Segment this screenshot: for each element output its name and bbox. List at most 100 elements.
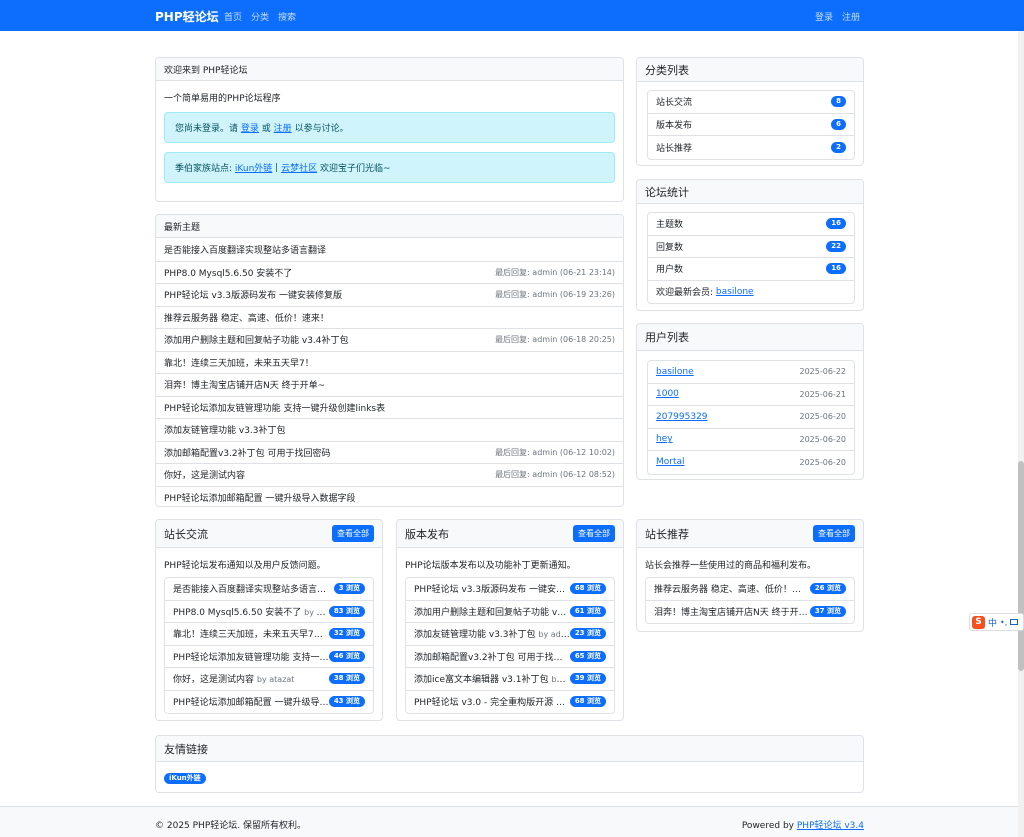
section-topic-item[interactable]: 你好，这是测试内容 by atazat 38 浏览 <box>165 668 373 691</box>
user-join-date: 2025-06-22 <box>799 367 847 377</box>
section-topic-item[interactable]: 添加邮箱配置v3.2补丁包 可用于找回密... 65 浏览 <box>406 646 614 668</box>
topic-row[interactable]: 添加邮箱配置v3.2补丁包 可用于找回密码 最后回复: admin (06-12 … <box>156 440 623 464</box>
login-alert: 您尚未登录。请 登录 或 注册 以参与讨论。 <box>164 112 615 143</box>
newest-member-link[interactable]: basilone <box>716 287 754 297</box>
section-topic-list: 推荐云服务器 稳定、高速、低价！速来... 26 浏览 泪奔！博主淘宝店铺开店N天… <box>645 577 855 624</box>
stats-list: 主题数 16 回复数 22 用户数 16 欢迎最新会员: basilone <box>647 212 855 304</box>
topic-row[interactable]: 你好，这是测试内容 最后回复: admin (06-12 08:52) <box>156 463 623 486</box>
ime-punctuation-icon[interactable]: •, <box>1000 618 1007 627</box>
nav-categories[interactable]: 分类 <box>251 10 269 23</box>
section-topic-title[interactable]: 添加用户删除主题和回复帖子功能 v3.4... <box>414 608 570 618</box>
section-title: 版本发布 <box>405 527 449 541</box>
login-link[interactable]: 登录 <box>241 121 259 134</box>
topic-title[interactable]: 靠北！连续三天加班，未来五天早7！ <box>164 356 314 369</box>
section-topic-item[interactable]: PHP轻论坛添加友链管理功能 支持一键... 46 浏览 <box>165 646 373 668</box>
user-link[interactable]: Mortal <box>656 457 685 467</box>
ime-chinese-mode[interactable]: 中 <box>988 616 997 629</box>
ime-toolbar[interactable]: S 中 •, <box>969 613 1024 631</box>
section-topic-item[interactable]: PHP轻论坛添加邮箱配置 一键升级导入... 43 浏览 <box>165 691 373 714</box>
user-link[interactable]: 207995329 <box>656 412 708 422</box>
section-topic-title[interactable]: 靠北！连续三天加班，未来五天早7！... <box>173 630 329 640</box>
friend-link-badge[interactable]: iKun外链 <box>164 773 206 784</box>
topic-row[interactable]: PHP8.0 Mysql5.6.50 安装不了 最后回复: admin (06-2… <box>156 260 623 284</box>
topic-row[interactable]: 是否能接入百度翻译实现整站多语言翻译 <box>156 238 623 261</box>
topic-title[interactable]: 是否能接入百度翻译实现整站多语言翻译 <box>164 243 326 256</box>
user-link[interactable]: 1000 <box>656 389 679 399</box>
view-all-button[interactable]: 查看全部 <box>573 525 615 542</box>
register-link[interactable]: 注册 <box>274 121 292 134</box>
topic-row[interactable]: 添加用户删除主题和回复帖子功能 v3.4补丁包 最后回复: admin (06-1… <box>156 328 623 351</box>
views-badge: 65 浏览 <box>569 650 606 662</box>
section-topic-item[interactable]: 添加用户删除主题和回复帖子功能 v3.4... 61 浏览 <box>406 601 614 623</box>
section-topic-title[interactable]: 泪奔！博主淘宝店铺开店N天 终于开单... <box>654 608 810 618</box>
section-topic-title[interactable]: 是否能接入百度翻译实现整站多语言翻... <box>173 585 333 595</box>
section-topic-title[interactable]: 添加ice富文本编辑器 v3.1补丁包 <box>414 675 549 685</box>
topic-title[interactable]: PHP轻论坛添加邮箱配置 一键升级导入数据字段 <box>164 491 355 504</box>
category-name[interactable]: 版本发布 <box>656 118 692 131</box>
topic-title[interactable]: PHP8.0 Mysql5.6.50 安装不了 <box>164 266 292 279</box>
nav-register[interactable]: 注册 <box>842 10 860 23</box>
section-topic-title[interactable]: PHP轻论坛 v3.0 - 完全重构版开源 <box>414 698 553 708</box>
powered-by-link[interactable]: PHP轻论坛 v3.4 <box>797 821 864 831</box>
topic-title[interactable]: 推荐云服务器 稳定、高速、低价！速来！ <box>164 311 329 324</box>
category-count-badge: 2 <box>831 141 846 153</box>
nav-search[interactable]: 搜索 <box>278 10 296 23</box>
section-topic-title[interactable]: PHP轻论坛添加友链管理功能 支持一键... <box>173 653 329 663</box>
section-topic-item[interactable]: 是否能接入百度翻译实现整站多语言翻... 3 浏览 <box>165 578 373 601</box>
topic-row[interactable]: PHP轻论坛 v3.3版源码发布 一键安装修复版 最后回复: admin (06-… <box>156 283 623 306</box>
users-card: 用户列表 basilone 2025-06-22 1000 2025-06-21 2… <box>636 323 864 480</box>
topic-title[interactable]: 添加友链管理功能 v3.3补丁包 <box>164 423 286 436</box>
topic-row[interactable]: 推荐云服务器 稳定、高速、低价！速来！ <box>156 305 623 329</box>
categories-list: 站长交流 8 版本发布 6 站长推荐 2 <box>647 90 855 160</box>
section-topic-item[interactable]: PHP8.0 Mysql5.6.50 安装不了 by Mor...83 浏览 <box>165 601 373 623</box>
topic-row[interactable]: 靠北！连续三天加班，未来五天早7！ <box>156 350 623 374</box>
section-topic-title[interactable]: PHP轻论坛 v3.3版源码发布 一键安装... <box>414 585 570 595</box>
section-topic-item[interactable]: PHP轻论坛 v3.3版源码发布 一键安装... 68 浏览 <box>406 578 614 601</box>
nav-login[interactable]: 登录 <box>815 10 833 23</box>
section-topic-item[interactable]: 添加ice富文本编辑器 v3.1补丁包 by a...39 浏览 <box>406 668 614 691</box>
user-link[interactable]: hey <box>656 434 673 444</box>
family-link-ikun[interactable]: iKun外链 <box>235 161 272 174</box>
section-topic-title[interactable]: 添加邮箱配置v3.2补丁包 可用于找回密... <box>414 653 570 663</box>
brand-logo[interactable]: PHP轻论坛 <box>155 8 219 25</box>
ime-keyboard-icon[interactable] <box>1010 619 1019 625</box>
nav-home[interactable]: 首页 <box>224 10 242 23</box>
views-badge: 61 浏览 <box>569 605 606 617</box>
user-link[interactable]: basilone <box>656 367 694 377</box>
stats-card: 论坛统计 主题数 16 回复数 22 用户数 16 欢迎最新会员: basilone <box>636 179 864 311</box>
category-item[interactable]: 站长交流 8 <box>648 91 854 114</box>
page-scrollbar[interactable] <box>1018 31 1024 837</box>
topic-title[interactable]: 泪奔！博主淘宝店铺开店N天 终于开单~ <box>164 378 325 391</box>
section-topic-title[interactable]: 添加友链管理功能 v3.3补丁包 <box>414 630 536 640</box>
topic-title[interactable]: PHP轻论坛 v3.3版源码发布 一键安装修复版 <box>164 288 342 301</box>
topic-row[interactable]: 泪奔！博主淘宝店铺开店N天 终于开单~ <box>156 373 623 396</box>
category-name[interactable]: 站长推荐 <box>656 141 692 154</box>
section-description: 站长会推荐一些使用过的商品和福利发布。 <box>645 561 817 571</box>
section-topic-item[interactable]: PHP轻论坛 v3.0 - 完全重构版开源 by ...68 浏览 <box>406 691 614 714</box>
view-all-button[interactable]: 查看全部 <box>332 525 374 542</box>
section-topic-title[interactable]: 你好，这是测试内容 <box>173 675 254 685</box>
category-item[interactable]: 站长推荐 2 <box>648 136 854 159</box>
family-link-yunmeng[interactable]: 云梦社区 <box>281 161 317 174</box>
friend-links-title: 友情链接 <box>164 742 208 756</box>
topic-row[interactable]: PHP轻论坛添加邮箱配置 一键升级导入数据字段 <box>156 485 623 507</box>
section-topic-title[interactable]: PHP8.0 Mysql5.6.50 安装不了 <box>173 608 301 618</box>
scrollbar-thumb[interactable] <box>1018 461 1024 671</box>
topic-title[interactable]: 添加用户删除主题和回复帖子功能 v3.4补丁包 <box>164 333 349 346</box>
topic-title[interactable]: PHP轻论坛添加友链管理功能 支持一键升级创建links表 <box>164 401 385 414</box>
section-topic-item[interactable]: 靠北！连续三天加班，未来五天早7！... 32 浏览 <box>165 623 373 646</box>
topic-title[interactable]: 你好，这是测试内容 <box>164 468 245 481</box>
users-list: basilone 2025-06-22 1000 2025-06-21 207995… <box>647 360 855 475</box>
category-name[interactable]: 站长交流 <box>656 95 692 108</box>
category-item[interactable]: 版本发布 6 <box>648 114 854 136</box>
section-topic-item[interactable]: 添加友链管理功能 v3.3补丁包 by admin23 浏览 <box>406 623 614 646</box>
topic-row[interactable]: 添加友链管理功能 v3.3补丁包 <box>156 418 623 441</box>
section-topic-title[interactable]: 推荐云服务器 稳定、高速、低价！速来... <box>654 585 810 595</box>
topic-row[interactable]: PHP轻论坛添加友链管理功能 支持一键升级创建links表 <box>156 395 623 419</box>
section-topic-title[interactable]: PHP轻论坛添加邮箱配置 一键升级导入... <box>173 698 329 708</box>
view-all-button[interactable]: 查看全部 <box>813 525 855 542</box>
views-badge: 68 浏览 <box>569 696 606 708</box>
topic-title[interactable]: 添加邮箱配置v3.2补丁包 可用于找回密码 <box>164 446 331 459</box>
section-topic-item[interactable]: 推荐云服务器 稳定、高速、低价！速来... 26 浏览 <box>646 578 854 601</box>
section-topic-item[interactable]: 泪奔！博主淘宝店铺开店N天 终于开单... 37 浏览 <box>646 601 854 624</box>
